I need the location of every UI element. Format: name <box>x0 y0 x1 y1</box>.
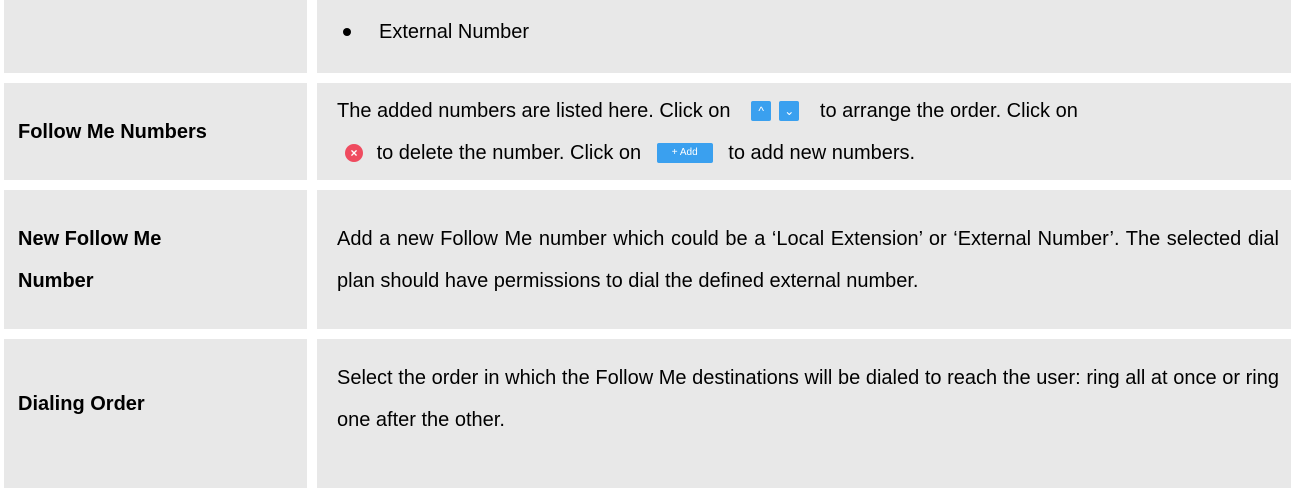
table-row: New Follow Me Number Add a new Follow Me… <box>4 190 1291 329</box>
row-label-empty <box>4 0 307 73</box>
bullet-text: External Number <box>379 21 530 43</box>
desc-part-1: The added numbers are listed here. Click… <box>337 99 731 122</box>
desc-part-4: to add new numbers. <box>728 141 916 164</box>
table-row: External Number <box>4 0 1291 73</box>
bullet-item: External Number <box>337 11 529 53</box>
row-label-line-2: Number <box>18 269 94 292</box>
column-divider <box>307 190 317 329</box>
row-description: The added numbers are listed here. Click… <box>317 83 1291 180</box>
add-icon: + Add <box>656 143 713 164</box>
arrow-down-icon: ⌄ <box>779 101 800 122</box>
arrow-up-icon: ^ <box>751 101 772 122</box>
description-text: The added numbers are listed here. Click… <box>337 90 1279 174</box>
row-label-line-1: New Follow Me <box>18 227 162 250</box>
desc-part-3: to delete the number. Click on <box>376 141 642 164</box>
column-divider <box>307 339 317 488</box>
description-text: Select the order in which the Follow Me … <box>337 367 1279 431</box>
column-divider <box>307 83 317 180</box>
row-label: New Follow Me Number <box>4 190 307 329</box>
bullet-dot <box>343 28 351 36</box>
column-divider <box>307 0 317 73</box>
row-label: Dialing Order <box>18 392 145 415</box>
row-label: Follow Me Numbers <box>18 120 207 143</box>
row-description: Add a new Follow Me number which could b… <box>317 190 1291 329</box>
description-text: Add a new Follow Me number which could b… <box>337 227 1279 292</box>
row-description: Select the order in which the Follow Me … <box>317 339 1291 488</box>
desc-part-2: to arrange the order. Click on <box>819 99 1078 122</box>
table-row: Follow Me Numbers The added numbers are … <box>4 83 1291 180</box>
row-description: External Number <box>317 0 1291 73</box>
delete-icon: × <box>345 144 363 163</box>
table-row: Dialing Order Select the order in which … <box>4 339 1291 488</box>
